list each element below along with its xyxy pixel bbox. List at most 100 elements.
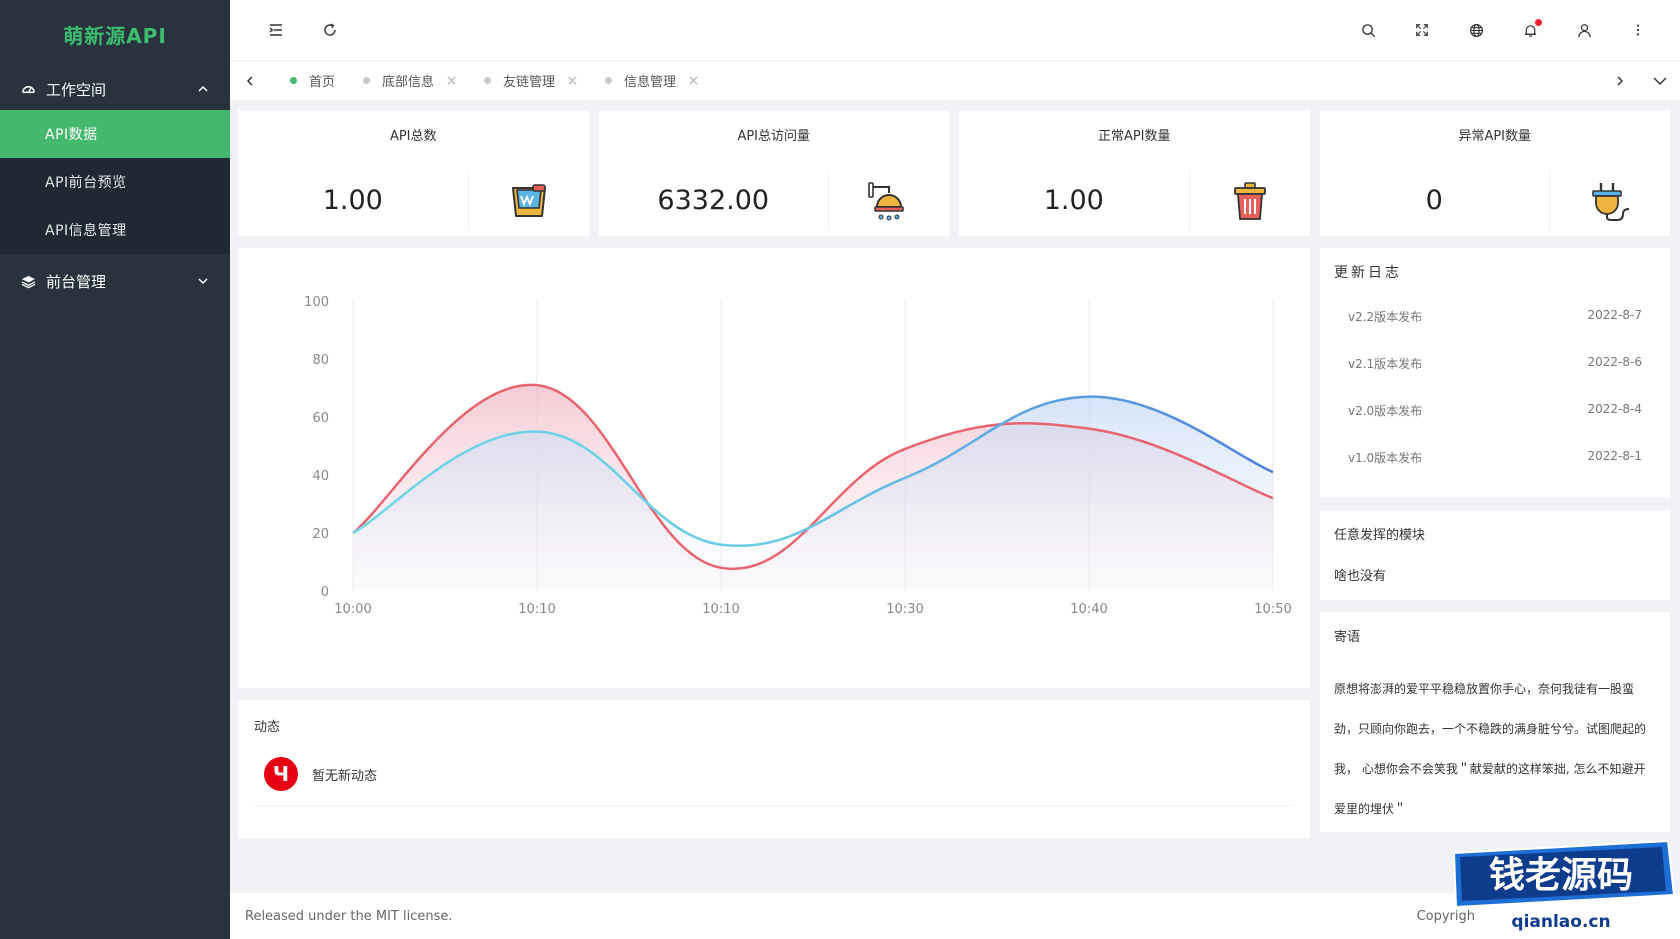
- sidebar: 萌新源API 工作空间 API数据 API前台预览 API信息管理 前台管理: [0, 0, 230, 939]
- message-panel: 寄语 原想将澎湃的爱平平稳稳放置你手心，奈何我徒有一股蛮劲，只顾向你跑去，一个不…: [1320, 612, 1670, 832]
- module-text: 啥也没有: [1334, 569, 1387, 584]
- message-text: 原想将澎湃的爱平平稳稳放置你手心，奈何我徒有一股蛮劲，只顾向你跑去，一个不稳跌的…: [1334, 682, 1647, 816]
- y-tick-label: 40: [312, 469, 329, 484]
- changelog-version: v2.1版本发布: [1348, 357, 1423, 371]
- stat-card-api-total: API总数 1.00: [238, 110, 589, 236]
- list-item[interactable]: v2.0版本发布 2022-8-4: [1334, 402, 1656, 449]
- watermark-title: 钱老源码: [1489, 855, 1633, 896]
- stat-card-api-visits: API总访问量 6332.00: [598, 110, 949, 236]
- list-item[interactable]: v2.2版本发布 2022-8-7: [1334, 308, 1656, 355]
- x-tick-label: 10:40: [1070, 602, 1107, 617]
- x-tick-label: 10:10: [518, 602, 555, 617]
- sidebar-item-api-preview[interactable]: API前台预览: [0, 158, 230, 206]
- tab-info-manage[interactable]: 信息管理: [591, 61, 712, 101]
- y-tick-label: 60: [312, 411, 329, 426]
- y-tick-label: 0: [321, 585, 329, 600]
- changelog-date: 2022-8-4: [1587, 402, 1642, 416]
- refresh-icon[interactable]: [308, 8, 352, 52]
- stat-card-api-normal: 正常API数量 1.00: [959, 110, 1310, 236]
- changelog-date: 2022-8-6: [1587, 355, 1642, 369]
- changelog-list: v2.2版本发布 2022-8-7 v2.1版本发布 2022-8-6 v2.0…: [1334, 308, 1656, 496]
- search-icon[interactable]: [1346, 8, 1390, 52]
- chevron-down-icon: [196, 274, 210, 288]
- y-tick-label: 20: [312, 527, 329, 542]
- tabs-bar: 首页 底部信息 友链管理 信息管理: [230, 60, 1680, 100]
- tab-label: 信息管理: [624, 75, 677, 90]
- close-icon[interactable]: [688, 76, 698, 86]
- sidebar-group-frontend[interactable]: 前台管理: [0, 260, 230, 302]
- trash-can-icon: [1190, 181, 1310, 221]
- x-tick-label: 10:10: [702, 602, 739, 617]
- changelog-version: v1.0版本发布: [1348, 451, 1423, 465]
- sidebar-group-label: 前台管理: [46, 272, 107, 291]
- list-item[interactable]: v2.1版本发布 2022-8-6: [1334, 355, 1656, 402]
- tab-status-dot: [605, 77, 613, 84]
- sidebar-item-api-info[interactable]: API信息管理: [0, 206, 230, 254]
- chart-panel: 10:00 10:10 10:10 10:30 10:40 10:50 0 20 40 60 80 1…: [238, 248, 1310, 688]
- stat-value: 1.00: [238, 171, 469, 231]
- stat-title: 正常API数量: [1097, 129, 1171, 144]
- close-icon[interactable]: [446, 76, 456, 86]
- shower-icon: [829, 181, 949, 221]
- tabs-dropdown-icon[interactable]: [1640, 61, 1680, 101]
- globe-icon[interactable]: [1454, 8, 1498, 52]
- line-chart: 10:00 10:10 10:10 10:30 10:40 10:50 0 20 40 60 80 1…: [304, 295, 1292, 617]
- changelog-date: 2022-8-7: [1587, 308, 1642, 322]
- tab-status-dot: [484, 77, 492, 84]
- bell-icon[interactable]: [1508, 8, 1552, 52]
- x-tick-label: 10:50: [1254, 602, 1291, 617]
- main-content: API总数 1.00 API总访问量 6332.00 正常API数量 1.00 …: [230, 100, 1680, 893]
- notification-dot: [1535, 19, 1542, 26]
- x-tick-label: 10:00: [334, 602, 371, 617]
- panel-title: 寄语: [1334, 630, 1361, 645]
- stat-title: API总数: [389, 129, 437, 144]
- tab-status-dot: [290, 77, 297, 84]
- changelog-date: 2022-8-1: [1587, 449, 1642, 463]
- stat-title: 异常API数量: [1458, 129, 1532, 144]
- tab-label: 友链管理: [503, 75, 556, 90]
- tabs-list: 首页 底部信息 友链管理 信息管理: [270, 61, 1600, 101]
- tab-home[interactable]: 首页: [276, 61, 349, 101]
- tabs-scroll-right-icon[interactable]: [1600, 61, 1640, 101]
- fullscreen-icon[interactable]: [1400, 8, 1444, 52]
- tab-friend-links[interactable]: 友链管理: [470, 61, 591, 101]
- tab-label: 首页: [309, 75, 336, 90]
- module-panel: 任意发挥的模块 啥也没有: [1320, 510, 1670, 600]
- paint-bucket-icon: [469, 182, 589, 220]
- stats-row: API总数 1.00 API总访问量 6332.00 正常API数量 1.00 …: [238, 110, 1670, 236]
- app-logo[interactable]: 萌新源API: [0, 0, 230, 68]
- watermark-url: qianlao.cn: [1511, 912, 1610, 932]
- tab-footer-info[interactable]: 底部信息: [349, 61, 470, 101]
- changelog-version: v2.2版本发布: [1348, 310, 1423, 324]
- y-tick-label: 100: [304, 295, 329, 310]
- tabs-scroll-left-icon[interactable]: [230, 61, 270, 101]
- chevron-up-icon: [196, 82, 210, 96]
- sidebar-group-label: 工作空间: [46, 80, 107, 99]
- more-icon[interactable]: [1616, 8, 1660, 52]
- stat-value: 0: [1320, 171, 1550, 231]
- watermark-logo: 钱老源码 qianlao.cn: [1448, 829, 1680, 937]
- dynamics-panel: 动态 Ч 暂无新动态: [238, 700, 1310, 838]
- footer-license: Released under the MIT license.: [245, 908, 453, 924]
- sidebar-item-api-data[interactable]: API数据: [0, 110, 230, 158]
- user-icon[interactable]: [1562, 8, 1606, 52]
- plug-icon: [1550, 181, 1670, 221]
- avatar: Ч: [264, 757, 298, 791]
- list-item[interactable]: v1.0版本发布 2022-8-1: [1334, 449, 1656, 496]
- sidebar-group-workspace[interactable]: 工作空间: [0, 68, 230, 110]
- stat-title: API总访问量: [737, 129, 811, 144]
- tab-label: 底部信息: [382, 75, 435, 90]
- layers-icon: [20, 273, 36, 289]
- changelog-version: v2.0版本发布: [1348, 404, 1423, 418]
- sidebar-submenu-workspace: API数据 API前台预览 API信息管理: [0, 110, 230, 254]
- dashboard-icon: [20, 81, 36, 97]
- stat-value: 1.00: [959, 171, 1190, 231]
- list-item: Ч 暂无新动态: [254, 757, 1294, 806]
- menu-fold-icon[interactable]: [254, 8, 298, 52]
- stat-value: 6332.00: [599, 171, 829, 231]
- close-icon[interactable]: [567, 76, 577, 86]
- tab-status-dot: [363, 77, 371, 84]
- panel-title: 动态: [254, 720, 281, 735]
- panel-title: 任意发挥的模块: [1334, 528, 1426, 543]
- y-tick-label: 80: [312, 353, 329, 368]
